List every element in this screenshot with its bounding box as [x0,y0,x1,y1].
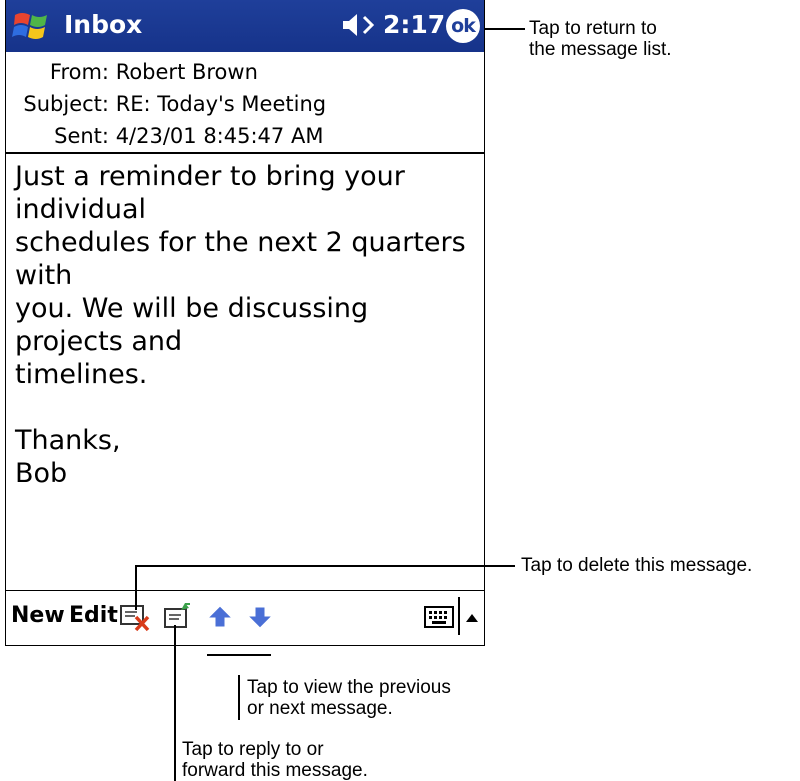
subject-value: RE: Today's Meeting [115,92,327,116]
subject-label: Subject: [23,92,109,116]
speaker-icon[interactable] [340,11,380,39]
sent-value: 4/23/01 8:45:47 AM [115,124,324,148]
down-arrow-icon[interactable] [246,604,274,634]
message-body[interactable]: Just a reminder to bring your individual… [15,160,475,490]
clock[interactable]: 2:17 [383,10,445,39]
subject-row: Subject: RE: Today's Meeting [6,90,326,118]
from-label: From: [49,60,109,84]
delete-callout-drop [135,565,137,610]
header-divider [6,152,484,154]
reply-callout: Tap to reply to or forward this message. [182,739,368,781]
sent-label: Sent: [54,124,109,148]
sip-toggle-icon[interactable] [465,609,479,628]
delete-callout: Tap to delete this message. [521,555,753,576]
nav-callout-line [238,675,240,720]
prev-next-callout: Tap to view the previous or next message… [247,677,451,719]
ok-callout-line [485,28,525,30]
toolbar: New Edit [6,591,484,645]
keyboard-icon[interactable] [424,605,454,633]
from-row: From: Robert Brown [6,58,258,86]
delete-callout-line [135,565,515,567]
ok-callout: Tap to return to the message list. [529,18,672,60]
title-bar: Inbox 2:17 ok [6,0,484,52]
device-screen: Inbox 2:17 ok From: Robert Brown Subject… [5,0,485,646]
windows-flag-icon[interactable] [11,7,53,45]
reply-forward-icon[interactable] [163,600,193,636]
reply-callout-line [174,625,176,781]
toolbar-separator [458,597,460,635]
ok-button[interactable]: ok [446,9,480,43]
nav-callout-bracket [207,654,271,656]
sent-row: Sent: 4/23/01 8:45:47 AM [6,122,323,150]
edit-menu[interactable]: Edit [69,603,118,628]
app-title: Inbox [64,10,143,39]
up-arrow-icon[interactable] [206,604,234,634]
new-menu[interactable]: New [11,603,65,628]
from-value: Robert Brown [115,60,258,84]
